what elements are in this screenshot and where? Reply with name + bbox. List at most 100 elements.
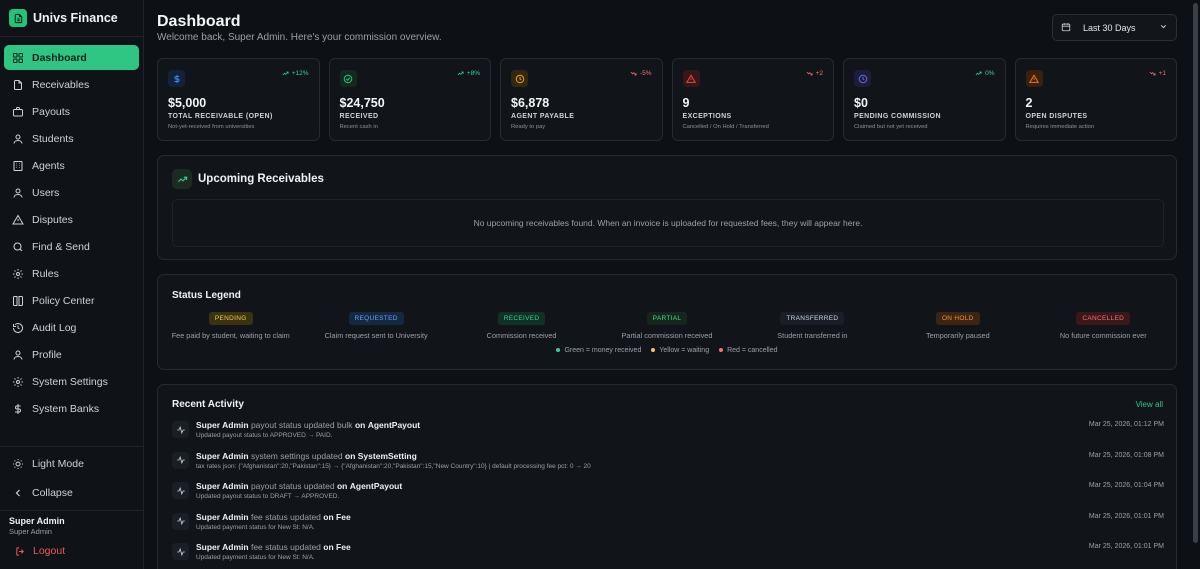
- activity-row[interactable]: Super Admin payout status updated on Age…: [172, 480, 1164, 511]
- trend-value: 0%: [985, 70, 995, 77]
- sidebar-item-system-settings[interactable]: System Settings: [4, 369, 139, 394]
- chevron-left-icon: [15, 489, 20, 497]
- legend-description: Student transferred in: [777, 331, 848, 340]
- stat-description: Claimed but not yet received: [854, 124, 928, 130]
- sidebar-item-policy-center[interactable]: Policy Center: [4, 288, 139, 313]
- briefcase-icon: [13, 106, 23, 116]
- sidebar-item-receivables[interactable]: Receivables: [4, 72, 139, 97]
- stat-cards: +12% $5,000 TOTAL RECEIVABLE (OPEN) Not-…: [157, 58, 1177, 141]
- stat-card-agent-payable[interactable]: -5% $6,878 AGENT PAYABLE Ready to pay: [500, 58, 663, 141]
- dot-icon: [719, 348, 724, 353]
- upcoming-receivables-panel: Upcoming Receivables No upcoming receiva…: [157, 155, 1177, 260]
- user-icon: [13, 134, 23, 144]
- activity-row[interactable]: Super Admin fee status updated on Fee Up…: [172, 511, 1164, 542]
- activity-timestamp: Mar 25, 2026, 01:08 PM: [1088, 451, 1164, 459]
- clock-icon: [854, 70, 871, 87]
- status-badge-partial: PARTIAL: [646, 312, 688, 325]
- legend-item: TRANSFERRED Student transferred in: [740, 312, 885, 340]
- recent-activity-panel: Recent Activity View all Super Admin pay…: [157, 384, 1177, 569]
- section-title: Recent Activity: [172, 399, 244, 410]
- sidebar: Univs Finance Dashboard Receivables Payo…: [0, 0, 144, 569]
- activity-row[interactable]: Super Admin fee status updated on Fee Up…: [172, 541, 1164, 569]
- sidebar-item-audit-log[interactable]: Audit Log: [4, 315, 139, 340]
- sidebar-item-users[interactable]: Users: [4, 180, 139, 205]
- stat-description: Requires immediate action: [1025, 124, 1095, 130]
- empty-state: No upcoming receivables found. When an i…: [172, 199, 1164, 247]
- user-icon: [13, 188, 23, 198]
- sidebar-item-rules[interactable]: Rules: [4, 261, 139, 286]
- brand[interactable]: Univs Finance: [9, 8, 118, 28]
- gear-icon: [13, 376, 23, 387]
- sidebar-item-agents[interactable]: Agents: [4, 153, 139, 178]
- sidebar-item-profile[interactable]: Profile: [4, 342, 139, 367]
- legend-description: Temporarily paused: [925, 331, 990, 340]
- gear-icon: [13, 268, 23, 279]
- stat-label: PENDING COMMISSION: [854, 113, 941, 120]
- activity-target: AgentPayout: [349, 481, 403, 491]
- stat-card-exceptions[interactable]: +2 9 EXCEPTIONS Cancelled / On Hold / Tr…: [671, 58, 834, 141]
- activity-target: Fee: [336, 511, 351, 522]
- dot-icon: [651, 348, 656, 353]
- vertical-scrollbar[interactable]: [1190, 0, 1200, 569]
- logout-button[interactable]: Logout: [15, 545, 65, 557]
- sidebar-item-label: Disputes: [32, 213, 73, 226]
- activity-actor: Super Admin: [196, 420, 249, 430]
- user-icon: [13, 350, 23, 360]
- stat-card-total-receivable[interactable]: +12% $5,000 TOTAL RECEIVABLE (OPEN) Not-…: [157, 58, 320, 141]
- trend-up-badge: +12%: [282, 70, 309, 77]
- divider: [0, 510, 143, 511]
- view-all-link[interactable]: View all: [1136, 400, 1163, 409]
- trend-up-icon: [172, 169, 192, 189]
- building-icon: [13, 160, 23, 171]
- sidebar-item-disputes[interactable]: Disputes: [4, 207, 139, 232]
- activity-summary: Super Admin system settings updated on S…: [196, 451, 417, 461]
- dashboard-icon: [13, 52, 23, 63]
- trend-value: +12%: [291, 70, 309, 77]
- stat-card-received[interactable]: +8% $24,750 RECEIVED Recent cash in: [328, 58, 491, 141]
- status-badge-pending: PENDING: [208, 312, 253, 325]
- stat-value: 2: [1025, 96, 1033, 110]
- scrollbar-thumb[interactable]: [1193, 3, 1198, 543]
- stat-label: AGENT PAYABLE: [511, 113, 575, 120]
- sidebar-item-dashboard[interactable]: Dashboard: [4, 45, 139, 70]
- activity-on: on: [336, 481, 348, 491]
- date-range-select[interactable]: Last 30 Days: [1052, 14, 1177, 41]
- light-mode-toggle[interactable]: Light Mode: [4, 452, 139, 476]
- activity-row[interactable]: Super Admin payout status updated bulk o…: [172, 419, 1164, 450]
- legend-key-label: Red = cancelled: [727, 347, 778, 354]
- clock-icon: [511, 70, 528, 87]
- section-title: Upcoming Receivables: [198, 173, 324, 185]
- sidebar-item-find-send[interactable]: Find & Send: [4, 234, 139, 259]
- stat-description: Ready to pay: [511, 124, 546, 130]
- sidebar-item-label: Students: [32, 132, 74, 145]
- dot-icon: [556, 348, 561, 353]
- activity-action: payout status updated: [250, 481, 335, 491]
- stat-value: 9: [682, 96, 690, 110]
- activity-actor: Super Admin: [196, 542, 249, 552]
- chevron-down-icon: [1159, 22, 1168, 33]
- book-icon: [13, 295, 23, 306]
- stat-label: RECEIVED: [339, 113, 379, 120]
- activity-detail: Updated payout status to DRAFT → APPROVE…: [196, 493, 340, 500]
- sidebar-item-students[interactable]: Students: [4, 126, 139, 151]
- activity-row[interactable]: Super Admin system settings updated on S…: [172, 450, 1164, 481]
- status-badge-transferred: TRANSFERRED: [780, 312, 845, 325]
- collapse-button[interactable]: Collapse: [4, 481, 139, 505]
- stat-card-open-disputes[interactable]: +1 2 OPEN DISPUTES Requires immediate ac…: [1014, 58, 1177, 141]
- stat-label: OPEN DISPUTES: [1025, 113, 1088, 120]
- trend-down-badge: +2: [806, 70, 823, 77]
- trend-down-icon: [630, 71, 637, 76]
- sidebar-item-payouts[interactable]: Payouts: [4, 99, 139, 124]
- activity-action: system settings updated: [250, 450, 343, 461]
- sidebar-item-label: System Settings: [32, 375, 108, 388]
- activity-detail: Updated payment status for New St: N/A.: [196, 554, 315, 561]
- stat-card-pending-commission[interactable]: 0% $0 PENDING COMMISSION Claimed but not…: [843, 58, 1006, 141]
- collapse-label: Collapse: [32, 487, 73, 499]
- page-subtitle: Welcome back, Super Admin. Here's your c…: [157, 32, 442, 43]
- legend-key-yellow: Yellow = waiting: [651, 347, 709, 354]
- legend-description: Partial commission received: [621, 331, 713, 340]
- sidebar-item-label: Users: [32, 186, 60, 199]
- activity-summary: Super Admin fee status updated on Fee: [196, 542, 351, 552]
- activity-detail: Updated payment status for New St: N/A.: [196, 523, 315, 531]
- sidebar-item-system-banks[interactable]: System Banks: [4, 396, 139, 421]
